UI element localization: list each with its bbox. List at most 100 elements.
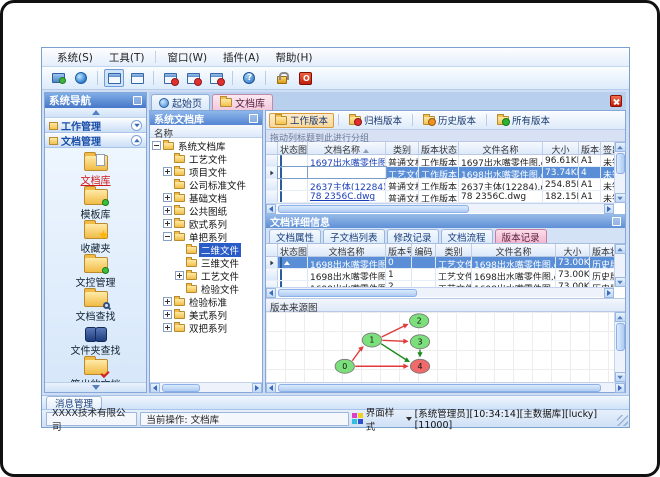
col-file-name[interactable]: 文件名称 [472, 244, 556, 256]
close-others-button[interactable] [206, 69, 226, 87]
document-row[interactable]: 2637主体(12284).dwg 普通文档 工作版本 2637主体(12284… [266, 179, 614, 191]
tree-item[interactable]: 检验标准 [150, 295, 262, 309]
sidebar-item-favorites[interactable]: 收藏夹 [45, 220, 146, 255]
scroll-right-icon[interactable] [252, 382, 262, 393]
all-version-button[interactable]: 所有版本 [491, 113, 556, 128]
sidebar-item-folder-search[interactable]: 文件夹查找 [45, 323, 146, 357]
sidebar-group-doc[interactable]: 文档管理 [45, 133, 146, 148]
window-list-button[interactable] [127, 69, 147, 87]
sidebar-item-doclib[interactable]: 文档库 [45, 152, 146, 187]
scroll-down-icon[interactable] [614, 193, 626, 203]
sidebar-item-template-lib[interactable]: 模板库 [45, 186, 146, 221]
tab-version-record[interactable]: 版本记录 [494, 229, 547, 244]
chevron-down-icon[interactable] [131, 120, 142, 131]
version-row[interactable]: 1698出水嘴零件图.dwg 1 工艺文件 1698出水嘴零件图.dwg 73.… [266, 269, 614, 281]
close-tab-icon[interactable] [610, 95, 622, 107]
document-row-selected[interactable]: 1698出水嘴零件图.dwg 工艺文件 工作版本 1698出水嘴零件图.dwg … [266, 166, 614, 179]
scroll-right-icon[interactable] [615, 382, 625, 393]
scroll-left-icon[interactable] [266, 382, 276, 393]
tree-horizontal-scrollbar[interactable] [150, 382, 262, 393]
menu-window[interactable]: 窗口(W) [160, 48, 214, 67]
doc-name-link[interactable]: 1697出水嘴零件图.dwg [310, 159, 385, 166]
col-code[interactable]: 编码 [412, 244, 436, 256]
tree-item[interactable]: 单把系列 [150, 230, 262, 244]
doc-name-link[interactable]: 1698出水嘴零件图.dwg [310, 171, 385, 178]
menu-tools[interactable]: 工具(T) [102, 48, 152, 67]
tree-item[interactable]: 基础文档 [150, 191, 262, 205]
tree-item[interactable]: 工艺文件 [150, 152, 262, 166]
scroll-up-icon[interactable] [614, 142, 626, 152]
close-all-button[interactable] [183, 69, 203, 87]
tree-item[interactable]: 检验文件 [150, 282, 262, 296]
col-doc-name[interactable]: 文档名称 [308, 244, 386, 256]
col-file-name[interactable]: 文件名称 [459, 142, 543, 154]
doc-name-link[interactable]: 78 2356C.dwg [310, 192, 375, 202]
tab-subdoc-list[interactable]: 子文档列表 [323, 229, 385, 244]
scroll-right-icon[interactable] [604, 203, 614, 214]
tree-column-header[interactable]: 名称 [150, 125, 262, 140]
document-table-vscroll[interactable] [614, 142, 626, 203]
document-row[interactable]: 78 2356C.dwg 普通文档 工作版本 78 2356C.dwg 182.… [266, 191, 614, 203]
close-window-button[interactable] [160, 69, 180, 87]
col-status-icon[interactable]: 状态图 [278, 142, 308, 154]
pin-icon[interactable] [133, 96, 142, 105]
tree-item[interactable]: 三维文件 [150, 256, 262, 270]
scroll-thumb[interactable] [615, 153, 625, 174]
tab-modify-record[interactable]: 修改记录 [386, 229, 439, 244]
tree-item[interactable]: 美式系列 [150, 308, 262, 322]
scroll-right-icon[interactable] [604, 287, 614, 298]
scroll-thumb[interactable] [278, 289, 418, 297]
col-category[interactable]: 类别 [436, 244, 472, 256]
archive-version-button[interactable]: 归档版本 [343, 113, 408, 128]
sidebar-group-work[interactable]: 工作管理 [45, 118, 146, 133]
version-graph[interactable]: 0 1 2 3 4 [266, 312, 614, 382]
sidebar-expand-strip[interactable] [45, 382, 146, 392]
scroll-left-icon[interactable] [150, 382, 160, 393]
version-table-vscroll[interactable] [614, 244, 626, 287]
tree-item[interactable]: 欧式系列 [150, 217, 262, 231]
window-view-button[interactable] [104, 69, 124, 87]
col-version-no[interactable]: 版本号 [386, 244, 412, 256]
col-checkout-status[interactable]: 签出状态 [601, 142, 614, 154]
menu-plugins[interactable]: 插件(A) [216, 48, 266, 67]
navigator-button[interactable] [48, 69, 68, 87]
sidebar-item-doc-control[interactable]: 文控管理 [45, 254, 146, 289]
tab-start-page[interactable]: 起始页 [151, 94, 210, 110]
sidebar-collapse-strip[interactable] [45, 108, 146, 118]
chevron-up-icon[interactable] [131, 135, 142, 146]
col-category[interactable]: 类别 [386, 142, 419, 154]
tab-doc-flow[interactable]: 文档流程 [440, 229, 493, 244]
tree-item-root[interactable]: 系统文档库 [150, 139, 262, 153]
scroll-thumb[interactable] [278, 205, 470, 213]
scroll-thumb[interactable] [278, 384, 602, 392]
col-version-status[interactable]: 版本状态 [419, 142, 459, 154]
col-size[interactable]: 大小 [556, 244, 590, 256]
document-table-hscroll[interactable] [266, 203, 614, 214]
tab-doc-properties[interactable]: 文档属性 [269, 229, 322, 244]
doc-name-link[interactable]: 2637主体(12284).dwg [310, 183, 385, 190]
scroll-down-icon[interactable] [614, 372, 626, 382]
graph-vscroll[interactable] [614, 312, 626, 382]
col-doc-name[interactable]: 文档名称 [308, 142, 386, 154]
scroll-thumb[interactable] [162, 384, 201, 392]
lock-button[interactable] [272, 69, 292, 87]
sidebar-item-checked-out[interactable]: 签出的文档 [45, 356, 146, 382]
pin-icon[interactable] [612, 216, 621, 226]
sidebar-item-doc-search[interactable]: 文档查找 [45, 288, 146, 323]
interface-style-dropdown[interactable]: 界面样式 [352, 405, 412, 433]
tree-item-selected[interactable]: 二维文件 [150, 242, 262, 257]
col-size[interactable]: 大小 [543, 142, 579, 154]
pin-icon[interactable] [249, 113, 258, 123]
help-button[interactable] [239, 69, 259, 87]
version-row-selected[interactable]: 1698出水嘴零件图.dwg 0 工艺文件 1698出水嘴零件图.dwg 73.… [266, 257, 614, 269]
history-version-button[interactable]: 历史版本 [417, 113, 482, 128]
work-version-button[interactable]: 工作版本 [269, 112, 335, 128]
scroll-left-icon[interactable] [266, 287, 276, 298]
scroll-left-icon[interactable] [266, 203, 276, 214]
tree-item[interactable]: 双把系列 [150, 321, 262, 335]
tree-item[interactable]: 项目文件 [150, 165, 262, 179]
graph-hscroll[interactable] [266, 382, 625, 393]
tree-item[interactable]: 公司标准文件 [150, 178, 262, 192]
scroll-up-icon[interactable] [614, 244, 626, 254]
tree-item[interactable]: 工艺文件 [150, 269, 262, 283]
